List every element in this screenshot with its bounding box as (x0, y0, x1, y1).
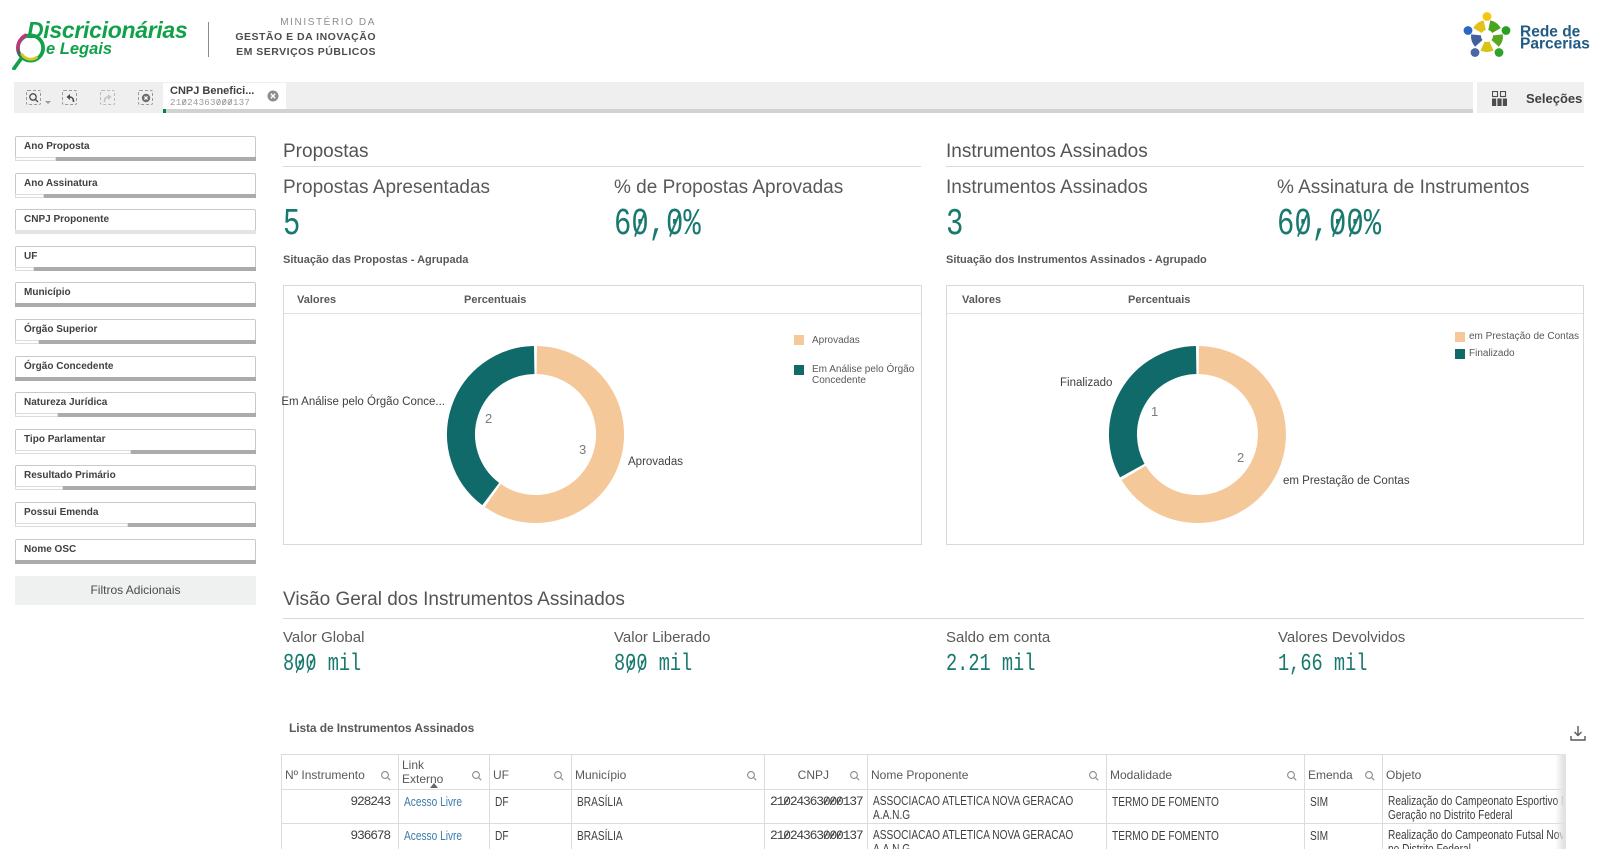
svg-text:Parcerias: Parcerias (1520, 36, 1590, 53)
